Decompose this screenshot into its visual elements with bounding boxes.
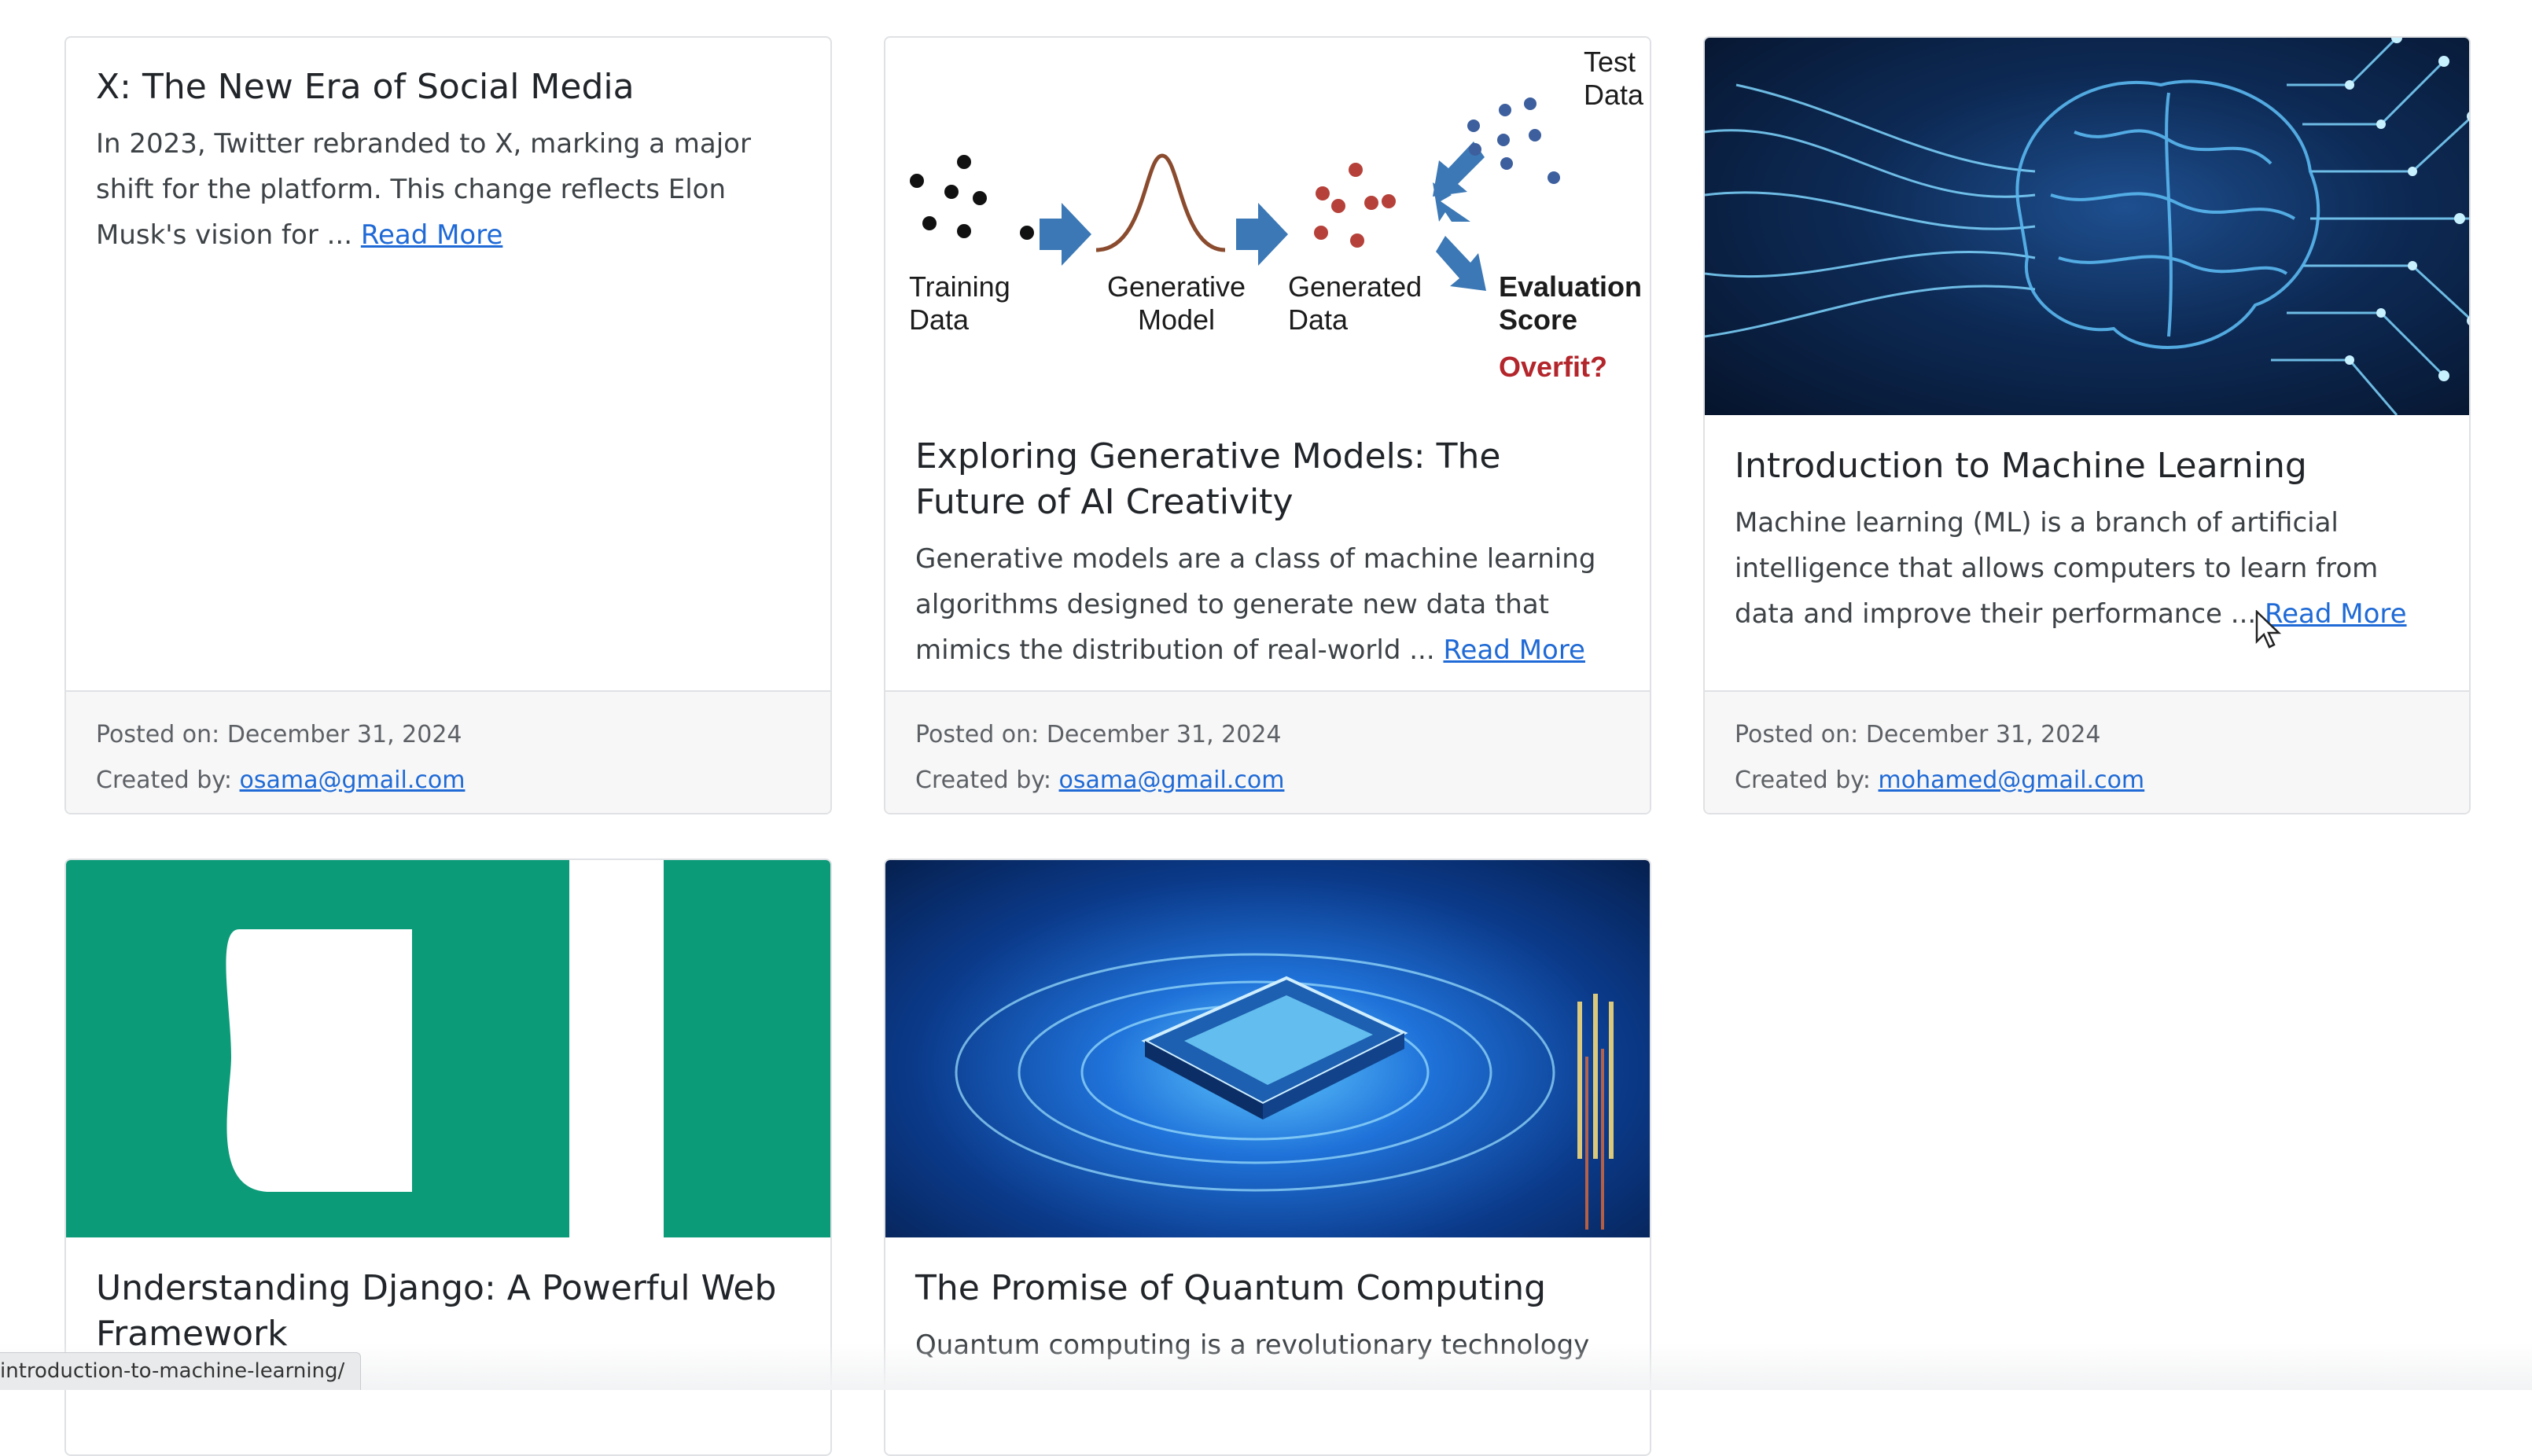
- django-logo-image: [66, 860, 830, 1237]
- django-dj-logo-graphic: [66, 860, 830, 1237]
- read-more-link[interactable]: Read More: [1443, 634, 1585, 666]
- card-title: The Promise of Quantum Computing: [915, 1266, 1620, 1311]
- bottom-fade: [0, 1343, 2532, 1390]
- browser-status-bar: introduction-to-machine-learning/: [0, 1352, 361, 1390]
- created-by: Created by: osama@gmail.com: [96, 758, 800, 803]
- bell-curve: [1096, 156, 1225, 250]
- author-link[interactable]: osama@gmail.com: [240, 767, 466, 794]
- status-url: introduction-to-machine-learning/: [0, 1359, 344, 1383]
- quantum-chip-graphic: [885, 860, 1650, 1237]
- card-body: Understanding Django: A Powerful Web Fra…: [66, 1237, 830, 1357]
- card-footer: Posted on: December 31, 2024 Created by:…: [1705, 690, 2469, 813]
- test-data-label: Test Data: [1584, 46, 1643, 112]
- quantum-chip-image: [885, 860, 1650, 1237]
- generated-data-label: Generated Data: [1288, 270, 1422, 336]
- card-title: Introduction to Machine Learning: [1735, 443, 2439, 489]
- training-data-label: Training Data: [909, 270, 1010, 336]
- card-footer: Posted on: December 31, 2024 Created by:…: [66, 690, 830, 813]
- card-footer: Posted on: December 31, 2024 Created by:…: [885, 690, 1650, 813]
- generative-model-label: Generative Model: [1090, 270, 1263, 336]
- card-title: Exploring Generative Models: The Future …: [915, 434, 1620, 525]
- card-title: X: The New Era of Social Media: [96, 64, 800, 110]
- created-by-label: Created by:: [915, 767, 1059, 794]
- posted-on: Posted on: December 31, 2024: [1735, 712, 2439, 758]
- created-by: Created by: mohamed@gmail.com: [1735, 758, 2439, 803]
- training-data-dots: [910, 155, 1034, 240]
- generated-data-dots: [1314, 163, 1396, 248]
- post-card-machine-learning: Introduction to Machine Learning Machine…: [1703, 36, 2471, 814]
- circuit-brain-graphic: [1705, 38, 2469, 415]
- read-more-link[interactable]: Read More: [361, 219, 503, 251]
- card-excerpt: In 2023, Twitter rebranded to X, marking…: [96, 121, 800, 258]
- author-link[interactable]: osama@gmail.com: [1059, 767, 1285, 794]
- read-more-link[interactable]: Read More: [2265, 598, 2407, 630]
- posted-on: Posted on: December 31, 2024: [915, 712, 1620, 758]
- post-card-generative-models: Training Data Generative Model Generated…: [884, 36, 1651, 814]
- card-excerpt: Generative models are a class of machine…: [915, 536, 1620, 673]
- created-by-label: Created by:: [96, 767, 240, 794]
- overfit-label: Overfit?: [1499, 351, 1607, 384]
- test-data-dots: [1467, 97, 1560, 184]
- card-body: Exploring Generative Models: The Future …: [885, 414, 1650, 673]
- posted-on: Posted on: December 31, 2024: [96, 712, 800, 758]
- evaluation-score-label: Evaluation Score: [1499, 270, 1642, 336]
- post-card-x: X: The New Era of Social Media In 2023, …: [64, 36, 832, 814]
- machine-learning-brain-image: [1705, 38, 2469, 415]
- card-excerpt: Machine learning (ML) is a branch of art…: [1735, 500, 2439, 637]
- author-link[interactable]: mohamed@gmail.com: [1879, 767, 2145, 794]
- card-body: Introduction to Machine Learning Machine…: [1705, 415, 2469, 637]
- mouse-cursor-icon: [2255, 610, 2282, 649]
- flow-arrows: [1040, 142, 1486, 291]
- created-by-label: Created by:: [1735, 767, 1879, 794]
- generative-model-diagram-image: Training Data Generative Model Generated…: [885, 38, 1650, 414]
- created-by: Created by: osama@gmail.com: [915, 758, 1620, 803]
- card-body: X: The New Era of Social Media In 2023, …: [66, 38, 830, 258]
